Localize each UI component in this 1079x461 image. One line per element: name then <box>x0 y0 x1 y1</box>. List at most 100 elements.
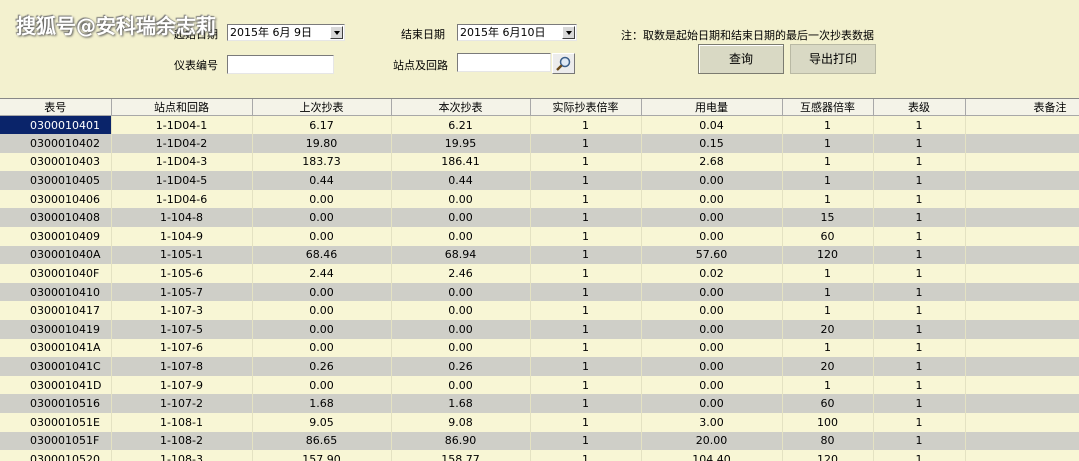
table-row[interactable]: 030001041C 1-107-8 0.26 0.26 1 0.00 20 1 <box>0 357 1079 376</box>
table-cell[interactable]: 1-107-9 <box>111 375 253 395</box>
table-row[interactable]: 0300010417 1-107-3 0.00 0.00 1 0.00 1 1 <box>0 301 1079 321</box>
table-row[interactable]: 0300010402 1-1D04-2 19.80 19.95 1 0.15 1 1 <box>0 134 1079 153</box>
table-cell[interactable]: 19.95 <box>391 134 531 153</box>
table-cell[interactable]: 1 <box>873 450 966 461</box>
table-cell[interactable] <box>965 320 1079 339</box>
export-print-button[interactable]: 导出打印 <box>790 44 876 74</box>
table-cell[interactable]: 120 <box>782 245 874 265</box>
col-header-ct-ratio[interactable]: 互感器倍率 <box>782 99 874 116</box>
table-cell[interactable]: 1 <box>873 227 966 246</box>
table-row[interactable]: 0300010419 1-107-5 0.00 0.00 1 0.00 20 1 <box>0 320 1079 339</box>
table-cell[interactable]: 100 <box>782 413 874 432</box>
table-cell[interactable]: 1 <box>873 338 966 358</box>
table-cell[interactable]: 0300010403 <box>0 152 112 172</box>
table-cell[interactable]: 1 <box>530 413 642 432</box>
table-cell[interactable]: 186.41 <box>391 152 531 172</box>
table-cell[interactable]: 68.46 <box>252 245 392 265</box>
table-cell[interactable]: 157.90 <box>252 450 392 461</box>
table-cell[interactable] <box>965 282 1079 302</box>
table-cell[interactable]: 0300010405 <box>0 171 112 190</box>
table-cell[interactable]: 1 <box>782 375 874 395</box>
table-cell[interactable]: 0.00 <box>641 375 783 395</box>
table-cell[interactable]: 1 <box>873 264 966 283</box>
table-cell[interactable]: 1 <box>873 413 966 432</box>
table-cell[interactable]: 1-1D04-5 <box>111 171 253 190</box>
table-cell[interactable]: 0300010410 <box>0 282 112 302</box>
table-cell[interactable]: 1 <box>782 152 874 172</box>
table-cell[interactable]: 158.77 <box>391 450 531 461</box>
table-cell[interactable]: 1-107-5 <box>111 320 253 339</box>
table-cell[interactable]: 1-107-3 <box>111 301 253 321</box>
table-cell[interactable]: 0.02 <box>641 264 783 283</box>
table-cell[interactable]: 120 <box>782 450 874 461</box>
table-cell[interactable]: 1 <box>873 134 966 153</box>
table-cell[interactable]: 1 <box>530 152 642 172</box>
table-cell[interactable]: 1-1D04-6 <box>111 189 253 209</box>
table-cell[interactable]: 68.94 <box>391 245 531 265</box>
table-cell[interactable]: 19.80 <box>252 134 392 153</box>
table-cell[interactable]: 6.21 <box>391 115 531 135</box>
table-cell[interactable] <box>965 152 1079 172</box>
table-cell[interactable]: 1-105-6 <box>111 264 253 283</box>
table-cell[interactable] <box>965 189 1079 209</box>
table-cell[interactable]: 1 <box>873 208 966 228</box>
table-row[interactable]: 030001041D 1-107-9 0.00 0.00 1 0.00 1 1 <box>0 375 1079 395</box>
table-cell[interactable]: 0300010419 <box>0 320 112 339</box>
table-cell[interactable]: 1 <box>873 320 966 339</box>
table-cell[interactable]: 0300010408 <box>0 208 112 228</box>
meter-reading-grid[interactable]: 表号 站点和回路 上次抄表 本次抄表 实际抄表倍率 用电量 互感器倍率 表级 表… <box>0 98 1079 461</box>
table-cell[interactable] <box>965 394 1079 413</box>
table-row[interactable]: 0300010516 1-107-2 1.68 1.68 1 0.00 60 1 <box>0 394 1079 413</box>
table-cell[interactable]: 1 <box>530 189 642 209</box>
table-cell[interactable] <box>965 115 1079 135</box>
table-cell[interactable]: 1 <box>530 208 642 228</box>
table-cell[interactable]: 80 <box>782 431 874 451</box>
table-cell[interactable]: 0.00 <box>391 189 531 209</box>
start-date-picker[interactable]: 2015年 6月 9日 <box>227 24 345 41</box>
table-row[interactable]: 030001040A 1-105-1 68.46 68.94 1 57.60 120 1 <box>0 245 1079 265</box>
table-cell[interactable] <box>965 134 1079 153</box>
table-cell[interactable]: 1-104-9 <box>111 227 253 246</box>
table-cell[interactable]: 0.00 <box>641 171 783 190</box>
table-cell[interactable]: 1-108-2 <box>111 431 253 451</box>
table-cell[interactable]: 9.05 <box>252 413 392 432</box>
table-cell[interactable]: 0.00 <box>252 208 392 228</box>
table-cell[interactable]: 030001051E <box>0 413 112 432</box>
col-header-current-reading[interactable]: 本次抄表 <box>391 99 531 116</box>
table-cell[interactable]: 183.73 <box>252 152 392 172</box>
table-cell[interactable]: 0.00 <box>641 208 783 228</box>
table-cell[interactable]: 0.00 <box>391 375 531 395</box>
table-row[interactable]: 030001051E 1-108-1 9.05 9.08 1 3.00 100 1 <box>0 413 1079 432</box>
col-header-level[interactable]: 表级 <box>873 99 966 116</box>
col-header-last-reading[interactable]: 上次抄表 <box>252 99 392 116</box>
table-cell[interactable]: 15 <box>782 208 874 228</box>
table-cell[interactable] <box>965 171 1079 190</box>
table-cell[interactable]: 0.00 <box>641 394 783 413</box>
table-cell[interactable]: 030001041C <box>0 357 112 376</box>
table-cell[interactable]: 0.00 <box>252 282 392 302</box>
table-row[interactable]: 030001041A 1-107-6 0.00 0.00 1 0.00 1 1 <box>0 338 1079 358</box>
end-date-picker[interactable]: 2015年 6月10日 <box>457 24 577 41</box>
table-cell[interactable]: 030001041A <box>0 338 112 358</box>
table-cell[interactable]: 0.00 <box>641 282 783 302</box>
table-row[interactable]: 0300010405 1-1D04-5 0.44 0.44 1 0.00 1 1 <box>0 171 1079 190</box>
table-cell[interactable]: 0.00 <box>641 227 783 246</box>
table-cell[interactable]: 030001041D <box>0 375 112 395</box>
table-cell[interactable]: 1-105-7 <box>111 282 253 302</box>
table-cell[interactable] <box>965 431 1079 451</box>
table-cell[interactable]: 0.00 <box>391 320 531 339</box>
table-cell[interactable]: 2.68 <box>641 152 783 172</box>
table-cell[interactable]: 030001040F <box>0 264 112 283</box>
table-cell[interactable]: 0.15 <box>641 134 783 153</box>
table-cell[interactable]: 1 <box>530 171 642 190</box>
table-cell[interactable]: 030001051F <box>0 431 112 451</box>
table-cell[interactable]: 1 <box>530 357 642 376</box>
table-cell[interactable]: 20.00 <box>641 431 783 451</box>
table-cell[interactable]: 0.00 <box>252 375 392 395</box>
table-cell[interactable]: 0300010409 <box>0 227 112 246</box>
table-cell[interactable]: 0.04 <box>641 115 783 135</box>
table-cell[interactable]: 1-1D04-3 <box>111 152 253 172</box>
table-cell[interactable]: 1 <box>873 171 966 190</box>
table-cell[interactable]: 3.00 <box>641 413 783 432</box>
table-cell[interactable]: 0.00 <box>391 282 531 302</box>
